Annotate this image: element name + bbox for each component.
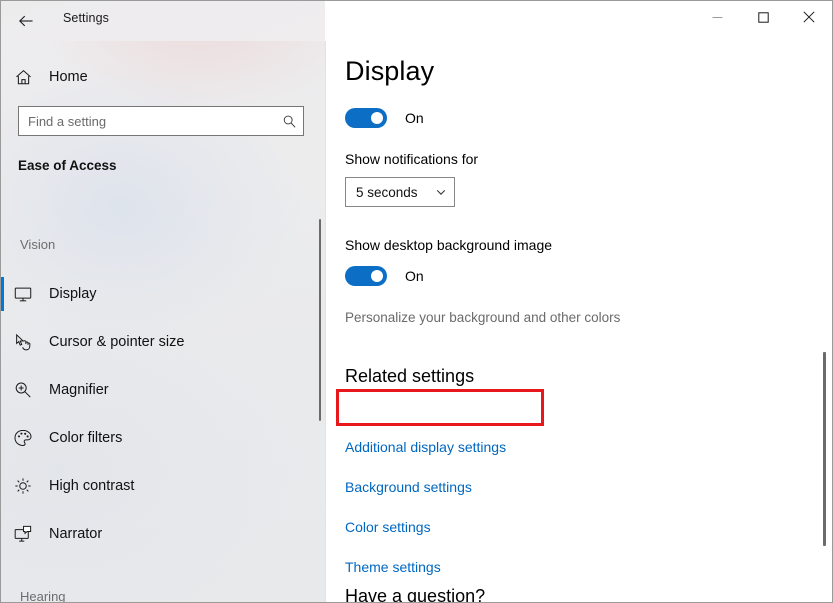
window-controls	[694, 1, 832, 33]
chevron-down-icon	[428, 186, 454, 198]
desktop-background-toggle-state: On	[405, 268, 424, 284]
sidebar-item-magnifier[interactable]: Magnifier	[1, 366, 311, 414]
sidebar-item-label: Display	[49, 286, 97, 302]
link-background-settings[interactable]: Background settings	[345, 479, 472, 495]
desktop-background-toggle-row: On	[345, 266, 424, 286]
sidebar-item-narrator[interactable]: Narrator	[1, 510, 311, 558]
sidebar-content: Home Ease of Access Vision	[1, 41, 325, 602]
title-bar-left-tint	[1, 1, 325, 41]
sidebar-item-label: Magnifier	[49, 382, 109, 398]
accent-bar	[1, 325, 4, 359]
sidebar-item-display[interactable]: Display	[1, 270, 311, 318]
notifications-toggle-state: On	[405, 110, 424, 126]
brightness-sun-icon	[1, 476, 45, 496]
sidebar-item-cursor-pointer-size[interactable]: Cursor & pointer size	[1, 318, 311, 366]
have-a-question-heading: Have a question?	[345, 586, 486, 602]
sidebar: Home Ease of Access Vision	[1, 1, 325, 602]
link-theme-settings[interactable]: Theme settings	[345, 559, 441, 575]
dropdown-selected-value: 5 seconds	[356, 184, 418, 200]
search-input[interactable]	[19, 108, 275, 134]
sidebar-nav-list: Display Cursor & pointer size Magnifier …	[1, 270, 311, 558]
link-additional-display-settings[interactable]: Additional display settings	[345, 439, 506, 455]
home-icon	[1, 68, 45, 87]
toggle-knob	[371, 270, 383, 282]
sidebar-item-label: Narrator	[49, 526, 103, 542]
search-box[interactable]	[18, 106, 304, 136]
sidebar-item-label: High contrast	[49, 478, 135, 494]
sidebar-item-home[interactable]: Home	[1, 60, 311, 94]
main-scrollbar-thumb[interactable]	[823, 352, 826, 546]
notifications-toggle[interactable]	[345, 108, 387, 128]
main-content: Display On Show notifications for 5 seco…	[326, 41, 832, 602]
accent-bar	[1, 373, 4, 407]
sidebar-scrollbar-thumb[interactable]	[319, 219, 321, 421]
settings-window: Home Ease of Access Vision	[0, 0, 833, 603]
monitor-icon	[1, 284, 45, 304]
sidebar-item-label: Cursor & pointer size	[49, 334, 185, 350]
window-title: Settings	[63, 11, 109, 25]
sidebar-item-color-filters[interactable]: Color filters	[1, 414, 311, 462]
desktop-background-label: Show desktop background image	[345, 237, 553, 253]
selected-accent-bar	[1, 277, 4, 311]
maximize-button[interactable]	[740, 1, 786, 33]
sidebar-section-title: Ease of Access	[18, 158, 117, 173]
close-button[interactable]	[786, 1, 832, 33]
sidebar-group-hearing: Hearing	[20, 589, 66, 602]
desktop-background-toggle[interactable]	[345, 266, 387, 286]
title-bar: Settings	[1, 1, 832, 41]
notifications-duration-label: Show notifications for	[345, 151, 479, 167]
narrator-screen-icon	[1, 524, 45, 544]
accent-bar	[1, 469, 4, 503]
back-button[interactable]	[9, 5, 43, 37]
notifications-toggle-row: On	[345, 108, 424, 128]
sidebar-group-vision: Vision	[20, 237, 56, 252]
desktop-background-description: Personalize your background and other co…	[345, 310, 621, 325]
minimize-button[interactable]	[694, 1, 740, 33]
magnifier-icon	[1, 380, 45, 400]
sidebar-item-high-contrast[interactable]: High contrast	[1, 462, 311, 510]
notifications-duration-dropdown[interactable]: 5 seconds	[345, 177, 455, 207]
sidebar-home-label: Home	[49, 69, 88, 85]
accent-bar	[1, 421, 4, 455]
color-palette-icon	[1, 428, 45, 448]
toggle-knob	[371, 112, 383, 124]
highlight-annotation-box	[336, 389, 544, 426]
related-settings-heading: Related settings	[345, 366, 475, 386]
link-color-settings[interactable]: Color settings	[345, 519, 431, 535]
accent-bar	[1, 517, 4, 551]
search-icon[interactable]	[275, 107, 303, 135]
page-title: Display	[345, 56, 435, 86]
cursor-pointer-icon	[1, 332, 45, 352]
sidebar-item-label: Color filters	[49, 430, 123, 446]
